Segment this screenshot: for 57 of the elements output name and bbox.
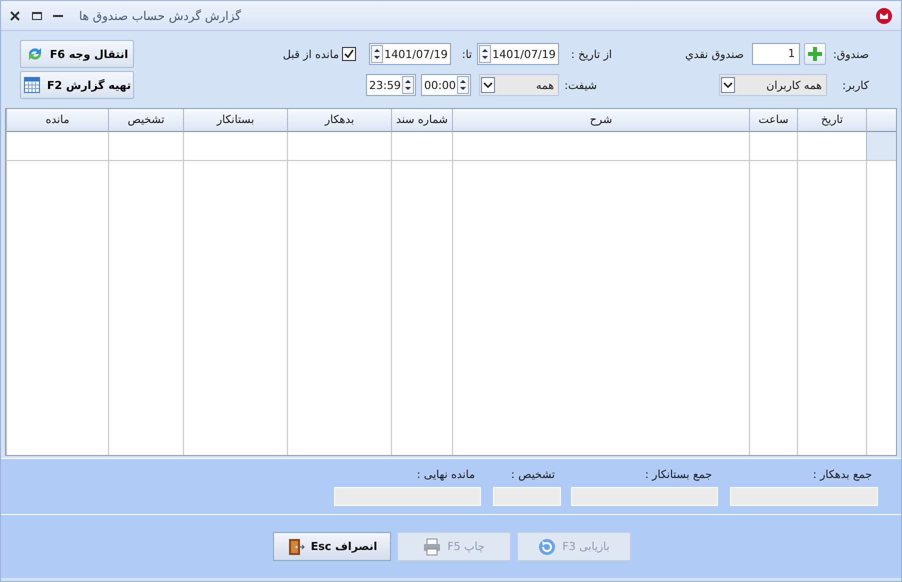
table-cell[interactable] [749, 132, 797, 161]
spinner-arrows-icon [371, 45, 383, 63]
header-corner [866, 109, 896, 132]
table-cell[interactable] [183, 132, 287, 161]
fund-name: صندوق نقدي [684, 48, 745, 60]
table-cell[interactable] [6, 132, 108, 161]
report-button[interactable]: تهیه گزارش F2 [20, 71, 134, 99]
close-icon [9, 10, 21, 22]
spinner-field[interactable]: 1401/07/19 [477, 43, 559, 65]
column-header[interactable]: شرح [452, 109, 749, 132]
calendar-icon [23, 76, 42, 94]
add-button[interactable] [804, 43, 826, 65]
spinner-arrows-icon [457, 76, 469, 94]
dropdown[interactable]: همه کاربران [719, 74, 827, 96]
column-header[interactable]: ساعت [749, 109, 797, 132]
input-field[interactable]: 1 [752, 43, 800, 65]
printer-icon [423, 538, 442, 556]
table-cell[interactable] [452, 132, 749, 161]
column-header[interactable]: بدهکار [287, 109, 391, 132]
field-label: کاربر: [841, 78, 869, 92]
table-cell[interactable] [287, 132, 391, 161]
table-cell[interactable] [391, 132, 452, 161]
checkbox-label: مانده از قبل [282, 48, 339, 60]
exit-button[interactable]: انصراف Esc [273, 532, 391, 561]
total-label: جمع بدهکار : [812, 468, 873, 483]
check-icon [344, 49, 354, 59]
transfer-button[interactable]: انتقال وجه F6 [20, 40, 134, 68]
column-header[interactable]: شماره سند [391, 109, 452, 132]
table-cell[interactable] [108, 132, 183, 161]
column-header[interactable]: تشخیص [108, 109, 183, 132]
spinner-arrows-icon [402, 76, 414, 94]
column-header[interactable]: مانده [6, 109, 108, 132]
total-label: تشخیص : [510, 468, 556, 483]
total-field [493, 487, 561, 506]
spinner-arrows-icon [479, 45, 491, 63]
minimize-icon [53, 14, 63, 16]
door-icon [286, 538, 305, 556]
field-label: شیفت: [564, 78, 597, 92]
window-title: گزارش گردش حساب صندوق ها [79, 8, 241, 22]
total-label: جمع بستانکار : [644, 468, 713, 483]
dropdown[interactable]: همه [479, 74, 559, 96]
maximize-icon [31, 10, 43, 22]
field-label: صندوق: [832, 48, 869, 60]
app-icon [876, 8, 892, 24]
table-cell[interactable] [797, 132, 866, 161]
total-label: مانده نهایی : [416, 468, 476, 483]
field-label: از تاریخ : [570, 48, 612, 60]
row-header[interactable] [866, 132, 896, 161]
plus-icon [807, 46, 823, 62]
refresh-icon [538, 538, 556, 556]
spinner-field[interactable]: 1401/07/19 [369, 43, 451, 65]
spinner-field[interactable]: 23:59 [366, 74, 416, 96]
column-header[interactable]: بستانکار [183, 109, 287, 132]
column-header[interactable]: تاریخ [797, 109, 866, 132]
checkbox[interactable] [342, 47, 356, 61]
spinner-field[interactable]: 00:00 [421, 74, 471, 96]
field-label: تا: [460, 48, 472, 60]
